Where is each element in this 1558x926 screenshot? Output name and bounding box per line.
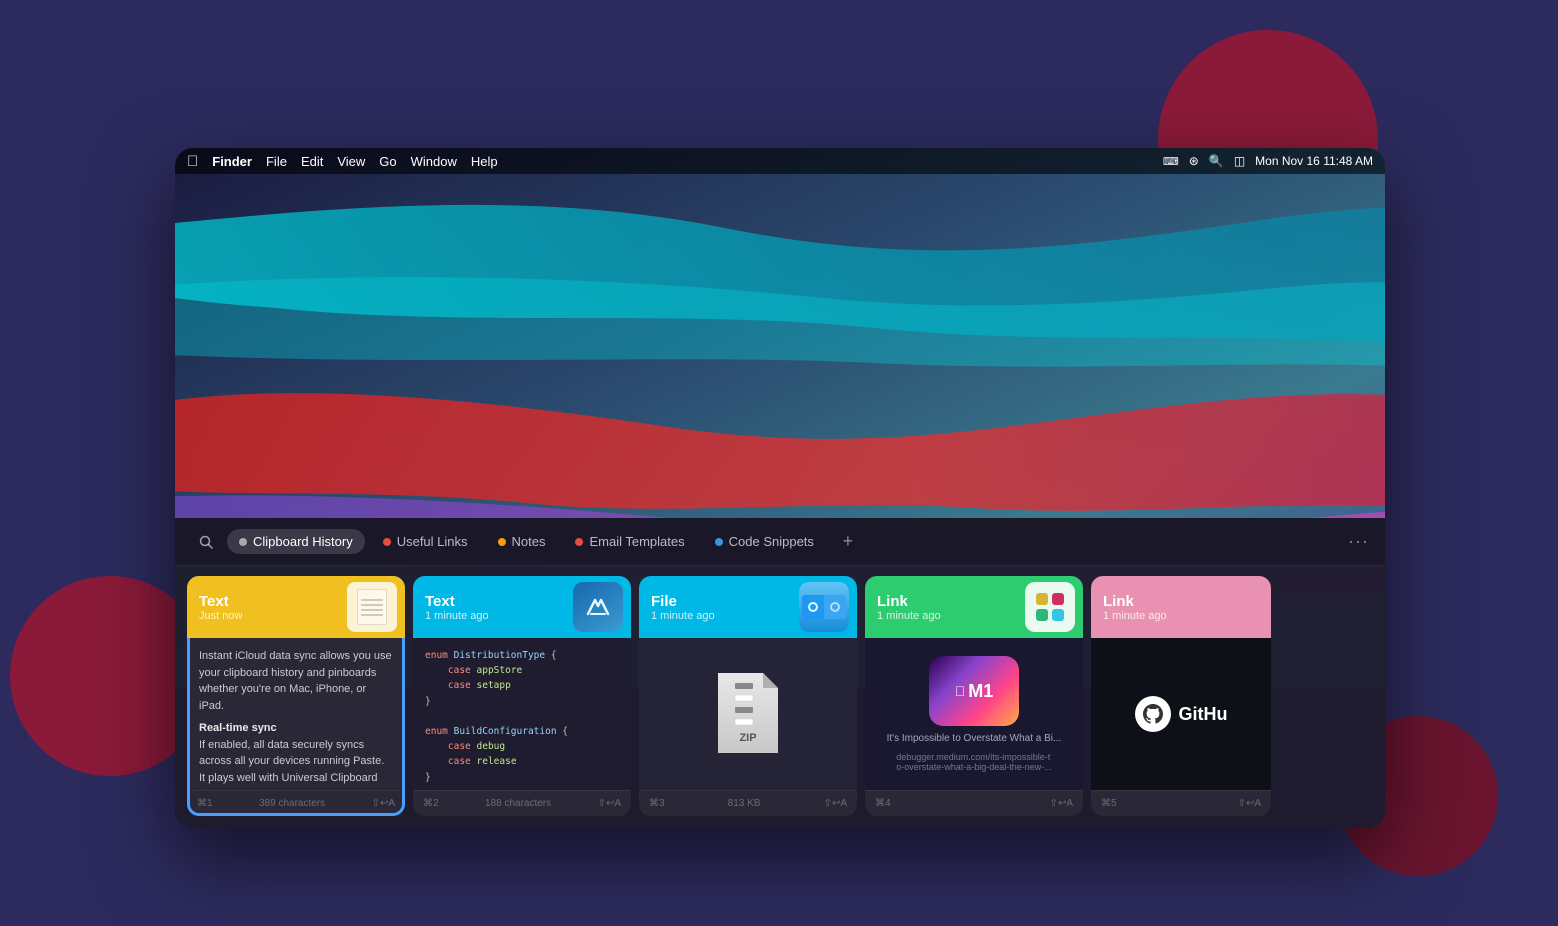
- tab-dot-clipboard: [239, 538, 247, 546]
- search-button[interactable]: [191, 527, 221, 557]
- window-menu[interactable]: Window: [411, 154, 457, 169]
- edit-menu[interactable]: Edit: [301, 154, 323, 169]
- tab-dot-notes: [498, 538, 506, 546]
- card-4-pin-icon: ⇧↩A: [1050, 798, 1073, 809]
- tab-label-useful-links: Useful Links: [397, 534, 468, 549]
- card-3-file: ZIP: [651, 648, 845, 780]
- card-4-shortcut: ⌘4: [875, 798, 891, 809]
- tab-notes[interactable]: Notes: [486, 529, 558, 554]
- tab-dot-email: [575, 538, 583, 546]
- card-4-m1:  M1 It's Impossible to Overstate What a…: [877, 648, 1071, 780]
- card-3-icon: [799, 582, 849, 632]
- laptop-frame:  Finder File Edit View Go Window Help ⌨…: [175, 148, 1385, 828]
- card-1-text: Instant iCloud data sync allows you use …: [199, 648, 393, 790]
- view-menu[interactable]: View: [337, 154, 365, 169]
- card-1-header: Text Just now: [187, 576, 405, 638]
- tab-dot-code: [715, 538, 723, 546]
- card-2-icon: [573, 582, 623, 632]
- card-3-pin-icon: ⇧↩A: [824, 798, 847, 809]
- card-4-time: 1 minute ago: [877, 610, 941, 622]
- card-3-size: 813 KB: [728, 798, 761, 809]
- card-2-pin-icon: ⇧↩A: [598, 798, 621, 809]
- svg-text:ZIP: ZIP: [739, 732, 756, 744]
- card-4-body:  M1 It's Impossible to Overstate What a…: [865, 638, 1083, 790]
- finder-menu[interactable]: Finder: [212, 154, 252, 169]
- card-5-time: 1 minute ago: [1103, 610, 1167, 622]
- card-1-icon: [347, 582, 397, 632]
- tab-label-code: Code Snippets: [729, 534, 814, 549]
- apple-menu[interactable]: : [187, 153, 198, 170]
- card-1-footer: ⌘1 389 characters ⇧↩A: [187, 790, 405, 816]
- tab-useful-links[interactable]: Useful Links: [371, 529, 480, 554]
- card-3-shortcut: ⌘3: [649, 798, 665, 809]
- github-label: GitHu: [1179, 704, 1228, 725]
- card-5[interactable]: Link 1 minute ago: [1091, 576, 1271, 816]
- card-4-link-text: It's Impossible to Overstate What a Bi..…: [887, 732, 1062, 746]
- m1-chip:  M1: [929, 656, 1019, 726]
- card-2-body: enum DistributionType { case appStore ca…: [413, 638, 631, 790]
- card-3-type: File: [651, 593, 715, 610]
- card-2-header: Text 1 minute ago: [413, 576, 631, 638]
- card-5-type: Link: [1103, 593, 1167, 610]
- card-2-char-count: 188 characters: [485, 798, 551, 809]
- card-5-github: GitHu: [1103, 648, 1259, 780]
- card-2-type: Text: [425, 593, 489, 610]
- card-2-code: enum DistributionType { case appStore ca…: [425, 648, 619, 790]
- card-4-icon: [1025, 582, 1075, 632]
- tab-email-templates[interactable]: Email Templates: [563, 529, 696, 554]
- tab-label-clipboard: Clipboard History: [253, 534, 353, 549]
- tab-clipboard-history[interactable]: Clipboard History: [227, 529, 365, 554]
- menu-bar:  Finder File Edit View Go Window Help ⌨…: [175, 148, 1385, 174]
- paste-menubar-icon[interactable]: ⌨: [1163, 155, 1179, 168]
- card-1-shortcut: ⌘1: [197, 798, 213, 809]
- search-menubar-icon[interactable]: 🔍: [1209, 154, 1224, 168]
- card-1-time: Just now: [199, 610, 242, 622]
- tab-label-notes: Notes: [512, 534, 546, 549]
- card-2-time: 1 minute ago: [425, 610, 489, 622]
- menubar-time: Mon Nov 16 11:48 AM: [1255, 154, 1373, 168]
- card-4-type: Link: [877, 593, 941, 610]
- card-4-url: debugger.medium.com/its-impossible-to-ov…: [896, 752, 1052, 772]
- card-3[interactable]: File 1 minute ago: [639, 576, 857, 816]
- card-3-time: 1 minute ago: [651, 610, 715, 622]
- user-menubar-icon[interactable]: ◫: [1234, 154, 1245, 168]
- card-1-body: Instant iCloud data sync allows you use …: [187, 638, 405, 790]
- card-5-footer: ⌘5 ⇧↩A: [1091, 790, 1271, 816]
- card-2-shortcut: ⌘2: [423, 798, 439, 809]
- card-1-pin-icon: ⇧↩A: [372, 798, 395, 809]
- paste-panel: Clipboard History Useful Links Notes Ema…: [175, 518, 1385, 828]
- tab-dot-useful-links: [383, 538, 391, 546]
- card-5-header: Link 1 minute ago: [1091, 576, 1271, 638]
- add-tab-button[interactable]: +: [834, 528, 862, 556]
- card-5-shortcut: ⌘5: [1101, 798, 1117, 809]
- card-1-char-count: 389 characters: [259, 798, 325, 809]
- github-logo: [1135, 696, 1171, 732]
- go-menu[interactable]: Go: [379, 154, 396, 169]
- card-1[interactable]: Text Just now: [187, 576, 405, 816]
- card-3-body: ZIP: [639, 638, 857, 790]
- wifi-icon[interactable]: ⊛: [1189, 154, 1199, 168]
- github-logo-area: GitHu: [1135, 696, 1228, 732]
- card-3-footer: ⌘3 813 KB ⇧↩A: [639, 790, 857, 816]
- card-4-footer: ⌘4 ⇧↩A: [865, 790, 1083, 816]
- tab-code-snippets[interactable]: Code Snippets: [703, 529, 826, 554]
- card-3-header: File 1 minute ago: [639, 576, 857, 638]
- card-5-body: GitHu: [1091, 638, 1271, 790]
- tab-label-email: Email Templates: [589, 534, 684, 549]
- card-2-footer: ⌘2 188 characters ⇧↩A: [413, 790, 631, 816]
- file-menu[interactable]: File: [266, 154, 287, 169]
- more-tabs-button[interactable]: ···: [1348, 531, 1369, 552]
- cards-area: Text Just now: [175, 566, 1385, 828]
- tab-bar: Clipboard History Useful Links Notes Ema…: [175, 518, 1385, 566]
- card-2[interactable]: Text 1 minute ago: [413, 576, 631, 816]
- card-4[interactable]: Link 1 minute ago: [865, 576, 1083, 816]
- card-4-header: Link 1 minute ago: [865, 576, 1083, 638]
- card-1-type: Text: [199, 593, 242, 610]
- help-menu[interactable]: Help: [471, 154, 498, 169]
- screen:  Finder File Edit View Go Window Help ⌨…: [175, 148, 1385, 828]
- card-5-pin-icon: ⇧↩A: [1238, 798, 1261, 809]
